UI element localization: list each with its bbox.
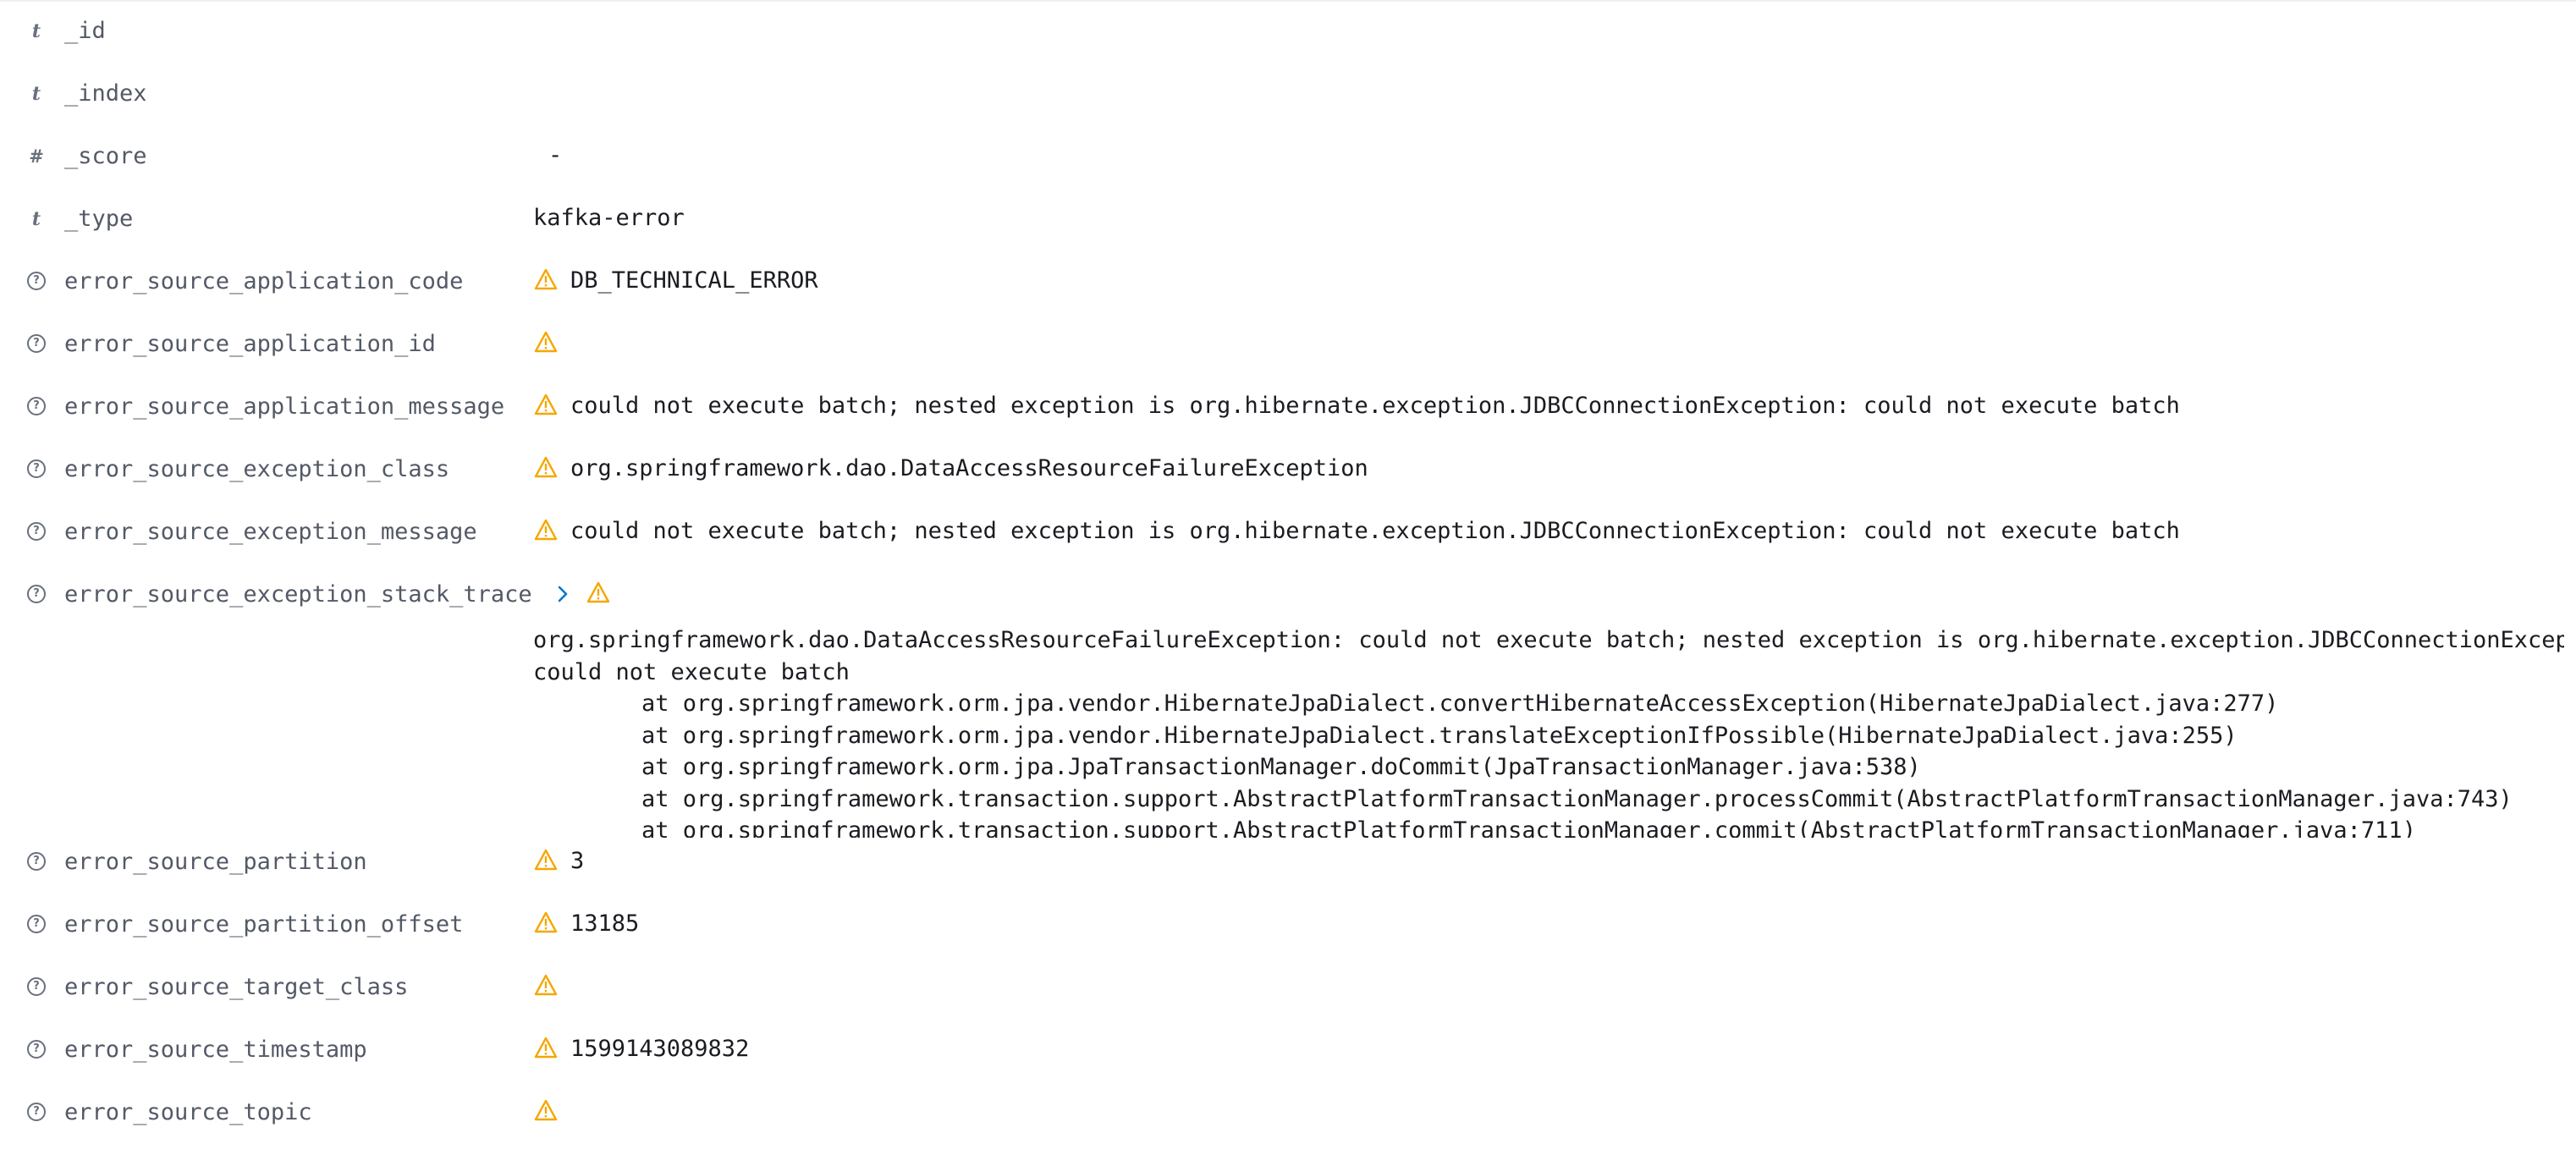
- question-circle-icon: ?: [27, 457, 46, 482]
- question-circle-icon: ?: [27, 520, 46, 545]
- string-type-icon: t: [31, 83, 41, 105]
- field-value-text: DB_TECHNICAL_ERROR: [570, 267, 818, 294]
- chevron-right-icon[interactable]: [550, 581, 575, 607]
- warning-triangle-icon: [533, 910, 559, 935]
- stack-trace-frame: at org.springframework.transaction.suppo…: [641, 817, 2416, 838]
- question-circle-glyph: ?: [27, 1102, 46, 1121]
- question-circle-icon: ?: [27, 1100, 46, 1125]
- field-value: org.springframework.dao.DataAccessResour…: [533, 454, 1368, 484]
- warning-triangle-icon: [533, 267, 559, 292]
- question-circle-glyph: ?: [27, 976, 46, 996]
- field-value-text: -: [548, 142, 563, 168]
- field-row-error-source-exception-class: ? error_source_exception_class org.springf…: [0, 438, 2576, 501]
- field-row-error-source-application-id: ? error_source_application_id: [0, 313, 2576, 376]
- field-row-error-source-exception-message: ? error_source_exception_message could not…: [0, 501, 2576, 564]
- field-value: [533, 1097, 570, 1127]
- field-row-index: t _index: [0, 63, 2576, 125]
- field-name: error_source_exception_class: [64, 456, 450, 482]
- field-value: [533, 971, 570, 1002]
- field-value-text: 3: [570, 848, 585, 874]
- field-value: -: [533, 140, 562, 171]
- warning-triangle-icon: [533, 1035, 559, 1060]
- question-circle-glyph: ?: [27, 851, 46, 871]
- field-value: 3: [533, 846, 584, 877]
- field-name: _id: [64, 18, 106, 44]
- question-circle-icon: ?: [27, 912, 46, 938]
- field-row-error-source-exception-stack-trace: ? error_source_exception_stack_trace: [0, 564, 2576, 626]
- warning-triangle-icon: [533, 847, 559, 872]
- question-circle-icon: ?: [27, 269, 46, 294]
- field-value: could not execute batch; nested exceptio…: [533, 516, 2180, 547]
- field-name: error_source_partition: [64, 849, 367, 875]
- field-value: DB_TECHNICAL_ERROR: [533, 266, 818, 296]
- field-name: error_source_application_message: [64, 393, 505, 420]
- field-name: error_source_exception_message: [64, 519, 477, 545]
- warning-triangle-icon: [533, 972, 559, 998]
- field-name: error_source_target_class: [64, 974, 409, 1000]
- question-circle-icon: ?: [27, 1037, 46, 1063]
- field-row-error-source-partition-offset: ? error_source_partition_offset 13185: [0, 894, 2576, 956]
- warning-triangle-icon: [533, 517, 559, 542]
- question-circle-glyph: ?: [27, 1039, 46, 1059]
- field-name: error_source_application_id: [64, 331, 436, 357]
- number-type-icon: #: [29, 146, 44, 167]
- field-value-text: could not execute batch; nested exceptio…: [570, 393, 2180, 419]
- field-name: _type: [64, 206, 134, 232]
- question-circle-icon: ?: [27, 582, 46, 608]
- stack-trace-head: org.springframework.dao.DataAccessResour…: [533, 627, 2564, 653]
- field-name: error_source_exception_stack_trace: [64, 581, 532, 608]
- field-row-score: # _score -: [0, 125, 2576, 188]
- field-row-error-source-partition: ? error_source_partition 3: [0, 831, 2576, 894]
- field-name: error_source_topic: [64, 1099, 312, 1125]
- field-row-error-source-target-class: ? error_source_target_class: [0, 956, 2576, 1019]
- field-row-error-source-timestamp: ? error_source_timestamp 1599143089832: [0, 1019, 2576, 1081]
- question-circle-icon: ?: [27, 394, 46, 420]
- question-circle-glyph: ?: [27, 396, 46, 415]
- question-circle-glyph: ?: [27, 271, 46, 290]
- field-value: 1599143089832: [533, 1034, 749, 1064]
- field-row-error-source-topic: ? error_source_topic: [0, 1081, 2576, 1144]
- question-circle-glyph: ?: [27, 333, 46, 353]
- field-name: error_source_partition_offset: [64, 911, 464, 938]
- stack-trace-frame: at org.springframework.transaction.suppo…: [641, 785, 2513, 812]
- question-circle-glyph: ?: [27, 521, 46, 541]
- field-name: error_source_application_code: [64, 268, 464, 294]
- warning-triangle-icon: [586, 580, 611, 605]
- field-value-text: could not execute batch; nested exceptio…: [570, 518, 2180, 544]
- field-row-error-source-application-message: ? error_source_application_message could n…: [0, 376, 2576, 438]
- field-value-text: kafka-error: [533, 205, 685, 231]
- warning-triangle-icon: [533, 454, 559, 480]
- field-row-type: t _type kafka-error: [0, 188, 2576, 250]
- stack-trace-frame: at org.springframework.orm.jpa.vendor.Hi…: [641, 690, 2279, 717]
- field-name: _index: [64, 80, 147, 107]
- question-circle-glyph: ?: [27, 584, 46, 603]
- question-circle-icon: ?: [27, 332, 46, 357]
- string-type-icon: t: [31, 20, 41, 42]
- field-value-text: 13185: [570, 910, 640, 937]
- stack-trace-frame: at org.springframework.orm.jpa.JpaTransa…: [641, 754, 1921, 780]
- field-value: could not execute batch; nested exceptio…: [533, 391, 2180, 421]
- warning-triangle-icon: [533, 392, 559, 417]
- warning-triangle-icon: [533, 329, 559, 355]
- field-value-text: org.springframework.dao.DataAccessResour…: [570, 455, 1368, 481]
- field-value-text: 1599143089832: [570, 1036, 750, 1062]
- question-circle-icon: ?: [27, 850, 46, 875]
- stack-trace-block: org.springframework.dao.DataAccessResour…: [533, 624, 2564, 838]
- field-value: [533, 328, 570, 359]
- field-value: kafka-error: [533, 203, 685, 234]
- question-circle-glyph: ?: [27, 459, 46, 478]
- field-row-error-source-application-code: ? error_source_application_code DB_TECHNIC…: [0, 250, 2576, 313]
- string-type-icon: t: [31, 208, 41, 230]
- warning-triangle-icon: [533, 1097, 559, 1123]
- stack-trace-frame: at org.springframework.orm.jpa.vendor.Hi…: [641, 722, 2237, 749]
- stack-trace-head-cont: could not execute batch: [533, 658, 850, 685]
- field-value: 13185: [533, 909, 639, 939]
- field-value: [538, 579, 623, 609]
- field-row-id: t _id: [0, 0, 2576, 63]
- field-name: _score: [64, 143, 147, 169]
- question-circle-glyph: ?: [27, 914, 46, 933]
- field-name: error_source_timestamp: [64, 1037, 367, 1063]
- question-circle-icon: ?: [27, 975, 46, 1000]
